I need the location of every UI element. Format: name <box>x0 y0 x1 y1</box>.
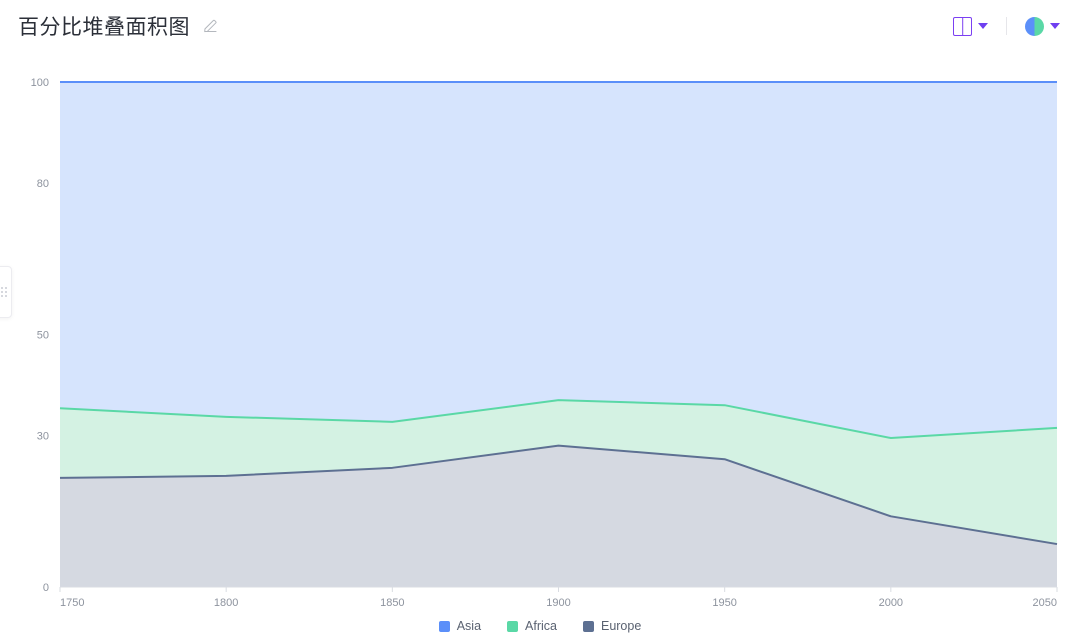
chart-legend: Asia Africa Europe <box>0 619 1080 633</box>
x-axis-tick-label: 1850 <box>380 597 404 607</box>
pencil-icon[interactable] <box>202 17 220 35</box>
y-axis-tick-label: 0 <box>43 582 49 594</box>
legend-label: Europe <box>600 619 642 633</box>
x-axis-tick-label: 1900 <box>546 597 570 607</box>
area-chart-plot[interactable]: 0 30 50 80 100 1750 1800 1850 1900 1950 2000 2050 <box>0 52 1080 607</box>
y-axis-tick-label: 50 <box>37 330 49 342</box>
legend-swatch-icon <box>507 620 519 632</box>
layout-columns-button[interactable] <box>951 14 990 39</box>
x-axis-tick-label: 2000 <box>879 597 903 607</box>
legend-item-asia[interactable]: Asia <box>438 619 482 633</box>
x-axis-tick-label: 1950 <box>712 597 736 607</box>
legend-swatch-icon <box>438 620 450 632</box>
legend-item-europe[interactable]: Europe <box>582 619 642 633</box>
legend-swatch-icon <box>582 620 594 632</box>
x-axis-tick-label: 2050 <box>1033 597 1057 607</box>
color-theme-circle-icon <box>1025 16 1044 36</box>
x-axis-tick-label: 1800 <box>214 597 238 607</box>
legend-item-africa[interactable]: Africa <box>507 619 557 633</box>
legend-label: Africa <box>525 619 557 633</box>
page-title: 百分比堆叠面积图 <box>18 15 190 39</box>
y-axis-tick-label: 100 <box>31 77 49 89</box>
chevron-down-icon <box>978 23 988 29</box>
columns-layout-icon <box>953 16 972 36</box>
legend-label: Asia <box>456 619 482 633</box>
chart-container: 0 30 50 80 100 1750 1800 1850 1900 1950 2000 2050 A… <box>0 52 1080 639</box>
color-theme-button[interactable] <box>1023 14 1062 39</box>
x-axis-tick-label: 1750 <box>60 597 84 607</box>
y-axis-tick-label: 80 <box>37 178 49 190</box>
toolbar-divider <box>1006 17 1007 35</box>
y-axis-tick-label: 30 <box>37 431 49 443</box>
chevron-down-icon-theme <box>1050 23 1060 29</box>
title-group: 百分比堆叠面积图 <box>18 15 220 38</box>
chart-toolbar: 百分比堆叠面积图 <box>0 0 1080 52</box>
